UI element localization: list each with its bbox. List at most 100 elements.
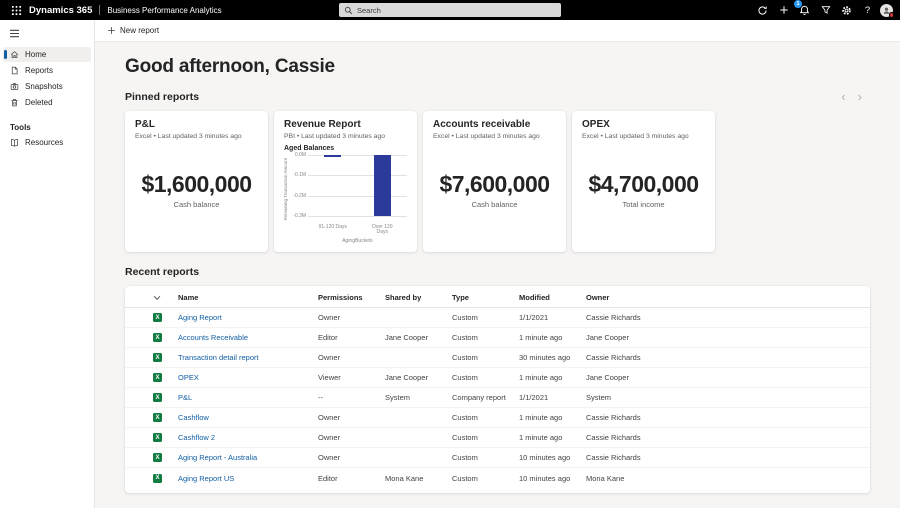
report-name-link[interactable]: OPEX — [178, 373, 199, 382]
app-launcher-waffle-icon[interactable] — [7, 2, 25, 18]
column-header-shared-by[interactable]: Shared by — [385, 293, 452, 302]
sidebar-item-label: Snapshots — [25, 82, 63, 91]
table-row[interactable]: Aging Report US Editor Mona Kane Custom … — [125, 468, 870, 488]
table-row[interactable]: Aging Report Owner Custom 1/1/2021 Cassi… — [125, 308, 870, 328]
sidebar-item-label: Deleted — [25, 98, 53, 107]
modified-cell: 1 minute ago — [519, 433, 586, 442]
sidebar-item-deleted[interactable]: Deleted — [3, 95, 91, 110]
main-content: Good afternoon, Cassie Pinned reports P&… — [95, 42, 900, 508]
report-name-link[interactable]: Cashflow 2 — [178, 433, 215, 442]
sidebar-item-home[interactable]: Home — [3, 47, 91, 62]
reports-icon — [10, 66, 19, 75]
table-row[interactable]: Cashflow 2 Owner Custom 1 minute ago Cas… — [125, 428, 870, 448]
kpi-value: $7,600,000 — [439, 171, 549, 198]
notification-badge: 1 — [794, 0, 802, 8]
avatar[interactable] — [880, 4, 893, 17]
shared-by-cell: System — [385, 393, 452, 402]
column-header-name[interactable]: Name — [178, 293, 318, 302]
filter-icon[interactable] — [817, 2, 834, 18]
card-title: P&L — [135, 119, 258, 130]
type-cell: Custom — [452, 433, 519, 442]
help-icon[interactable] — [859, 2, 876, 18]
left-navigation: Home Reports Snapshots Deleted Tools — [0, 20, 95, 508]
chart-y-tick: -0.3M — [293, 213, 306, 219]
excel-file-icon — [153, 433, 178, 442]
chart-gridline — [308, 196, 407, 197]
owner-cell: Jane Cooper — [586, 333, 856, 342]
carousel-prev-chevron-icon[interactable] — [841, 92, 845, 102]
report-name-link[interactable]: Aging Report US — [178, 474, 234, 483]
modified-cell: 1 minute ago — [519, 413, 586, 422]
chart-body: Remaining Transaction Amount 0.0M-0.1M-0… — [284, 155, 407, 223]
pinned-card-opex[interactable]: OPEX Excel • Last updated 3 minutes ago … — [572, 111, 715, 252]
kpi-label: Cash balance — [174, 200, 220, 209]
owner-cell: System — [586, 393, 856, 402]
excel-file-icon — [153, 453, 178, 462]
kpi-block: $4,700,000 Total income — [582, 136, 705, 244]
modified-cell: 10 minutes ago — [519, 453, 586, 462]
plus-icon — [107, 26, 116, 35]
notifications-icon[interactable]: 1 — [796, 2, 813, 18]
chart-title: Aged Balances — [284, 145, 407, 152]
pinned-card-revenue-report[interactable]: Revenue Report PBI • Last updated 3 minu… — [274, 111, 417, 252]
kpi-block: $7,600,000 Cash balance — [433, 136, 556, 244]
report-name-link[interactable]: Cashflow — [178, 413, 209, 422]
table-row[interactable]: Accounts Receivable Editor Jane Cooper C… — [125, 328, 870, 348]
product-name[interactable]: Dynamics 365 — [29, 5, 92, 16]
modified-cell: 10 minutes ago — [519, 474, 586, 483]
sidebar-item-resources[interactable]: Resources — [3, 135, 91, 150]
chart-x-axis: 91-120 Days Over 120 Days — [284, 225, 407, 237]
settings-gear-icon[interactable] — [838, 2, 855, 18]
app-name[interactable]: Business Performance Analytics — [107, 6, 221, 15]
permissions-cell: -- — [318, 393, 385, 402]
excel-file-icon — [153, 333, 178, 342]
excel-file-icon — [153, 393, 178, 402]
pinned-card-accounts-receivable[interactable]: Accounts receivable Excel • Last updated… — [423, 111, 566, 252]
column-header-permissions[interactable]: Permissions — [318, 293, 385, 302]
sidebar-item-label: Home — [25, 50, 46, 59]
column-header-owner[interactable]: Owner — [586, 293, 856, 302]
global-search[interactable] — [339, 3, 561, 17]
owner-cell: Mona Kane — [586, 474, 856, 483]
column-header-type[interactable]: Type — [452, 293, 519, 302]
permissions-cell: Owner — [318, 313, 385, 322]
sidebar-item-reports[interactable]: Reports — [3, 63, 91, 78]
report-name-link[interactable]: Accounts Receivable — [178, 333, 248, 342]
chart-y-axis-title: Remaining Transaction Amount — [284, 155, 291, 223]
report-name-link[interactable]: Aging Report - Australia — [178, 453, 257, 462]
type-cell: Custom — [452, 353, 519, 362]
aged-balances-chart: Aged Balances Remaining Transaction Amou… — [284, 145, 407, 244]
search-input[interactable] — [357, 6, 556, 15]
modified-cell: 1 minute ago — [519, 373, 586, 382]
table-row[interactable]: Transaction detail report Owner Custom 3… — [125, 348, 870, 368]
card-meta: PBI • Last updated 3 minutes ago — [284, 133, 407, 140]
permissions-cell: Owner — [318, 453, 385, 462]
chart-x-tick: Over 120 Days — [358, 225, 408, 237]
report-name-link[interactable]: Aging Report — [178, 313, 222, 322]
expand-all-chevron-icon[interactable] — [153, 295, 178, 301]
modified-cell: 1/1/2021 — [519, 313, 586, 322]
hamburger-menu-icon[interactable] — [0, 25, 26, 41]
presence-status-dot — [889, 12, 895, 18]
add-icon[interactable] — [775, 2, 792, 18]
column-header-modified[interactable]: Modified — [519, 293, 586, 302]
table-header-row: Name Permissions Shared by Type Modified… — [125, 288, 870, 308]
sync-icon[interactable] — [754, 2, 771, 18]
new-report-label: New report — [120, 26, 159, 35]
table-row[interactable]: OPEX Viewer Jane Cooper Custom 1 minute … — [125, 368, 870, 388]
sidebar-item-snapshots[interactable]: Snapshots — [3, 79, 91, 94]
excel-file-icon — [153, 474, 178, 483]
new-report-button[interactable]: New report — [100, 23, 166, 38]
table-row[interactable]: Cashflow Owner Custom 1 minute ago Cassi… — [125, 408, 870, 428]
table-row[interactable]: P&L -- System Company report 1/1/2021 Sy… — [125, 388, 870, 408]
search-icon — [344, 6, 353, 15]
table-row[interactable]: Aging Report - Australia Owner Custom 10… — [125, 448, 870, 468]
report-name-link[interactable]: P&L — [178, 393, 192, 402]
excel-file-icon — [153, 353, 178, 362]
chart-y-tick: 0.0M — [295, 152, 306, 158]
kpi-value: $1,600,000 — [141, 171, 251, 198]
pinned-card-pl[interactable]: P&L Excel • Last updated 3 minutes ago $… — [125, 111, 268, 252]
report-name-link[interactable]: Transaction detail report — [178, 353, 259, 362]
excel-file-icon — [153, 413, 178, 422]
carousel-next-chevron-icon[interactable] — [858, 92, 862, 102]
